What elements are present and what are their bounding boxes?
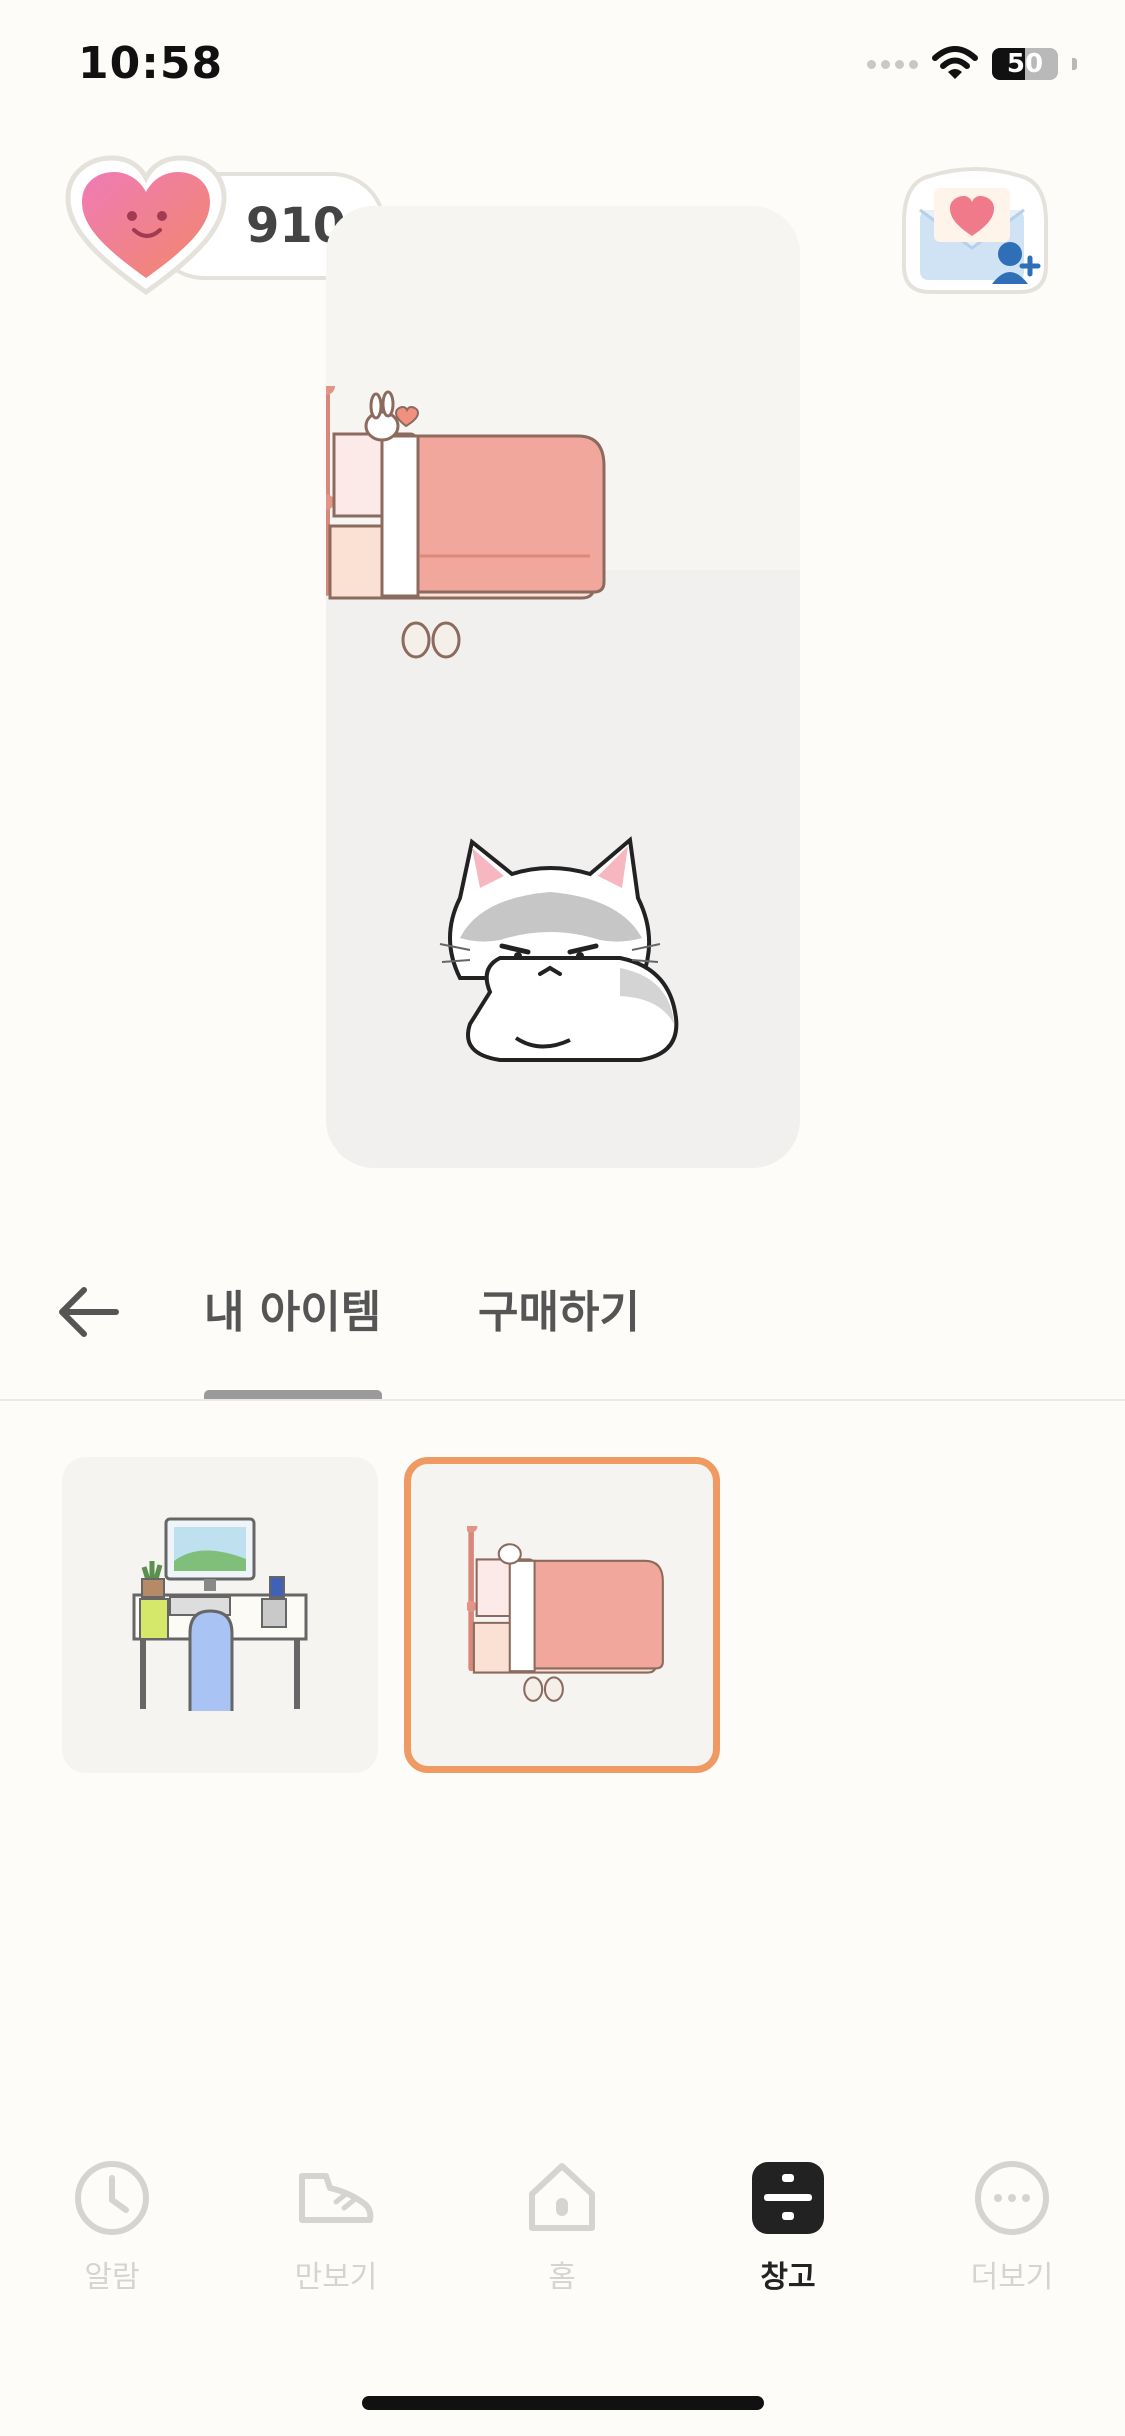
nav-label-pedometer: 만보기 xyxy=(294,2260,378,2295)
nav-alarm[interactable]: 알람 xyxy=(22,2158,202,2296)
bed-item-icon xyxy=(467,1526,664,1702)
bed-illustration xyxy=(326,386,606,659)
invite-friend-button[interactable] xyxy=(900,162,1050,296)
storage-icon xyxy=(752,2162,824,2234)
back-arrow-icon[interactable] xyxy=(56,1284,120,1340)
status-indicators: 50 xyxy=(867,46,1077,82)
more-icon xyxy=(975,2161,1049,2235)
nav-label-storage: 창고 xyxy=(760,2260,816,2295)
item-card-desk[interactable] xyxy=(62,1457,378,1773)
nav-label-home: 홈 xyxy=(548,2260,576,2295)
room-preview xyxy=(326,206,800,1168)
tab-my-items[interactable]: 내 아이템 xyxy=(204,1276,381,1340)
cellular-signal-icon xyxy=(867,59,918,69)
tab-buy[interactable]: 구매하기 xyxy=(478,1276,640,1340)
nav-pedometer[interactable]: 만보기 xyxy=(246,2158,426,2296)
nav-home[interactable]: 홈 xyxy=(472,2158,652,2296)
status-time: 10:58 xyxy=(78,38,224,89)
heart-icon xyxy=(65,155,227,296)
wifi-icon xyxy=(932,46,978,79)
tab-divider xyxy=(0,1399,1125,1401)
nav-storage[interactable]: 창고 xyxy=(698,2158,878,2296)
battery-level: 50 xyxy=(1006,49,1044,79)
desk-illustration xyxy=(132,1517,308,1711)
clock-icon xyxy=(75,2161,149,2235)
sneaker-icon xyxy=(299,2173,374,2223)
home-icon xyxy=(529,2163,595,2231)
item-card-bed[interactable] xyxy=(404,1457,720,1773)
cat-character xyxy=(439,836,679,1062)
home-indicator xyxy=(362,2396,764,2410)
nav-label-alarm: 알람 xyxy=(84,2260,140,2295)
battery-icon: 50 xyxy=(992,48,1058,80)
nav-more[interactable]: 더보기 xyxy=(922,2158,1102,2296)
nav-label-more: 더보기 xyxy=(970,2260,1054,2295)
